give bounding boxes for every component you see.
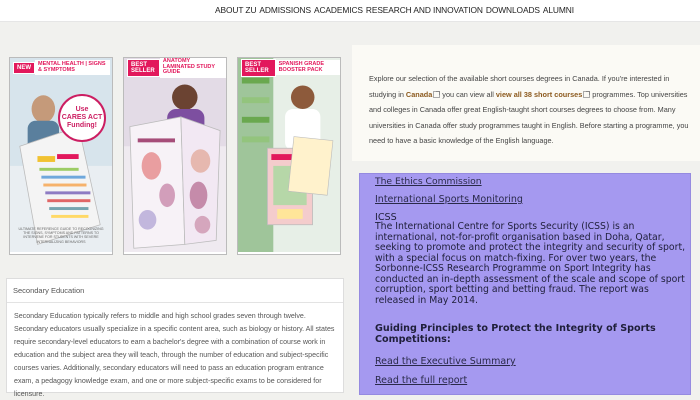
divider: [7, 302, 343, 303]
nav-item-academics[interactable]: Academics: [314, 5, 363, 15]
product-badge: New Mental Health | Signs & Symptoms: [13, 60, 110, 75]
product-badge: Best Seller Spanish Grade Booster Pack: [241, 58, 340, 77]
cares-act-callout: Use CARES ACT Funding!: [58, 94, 106, 142]
full-report-link[interactable]: Read the full report: [375, 375, 467, 386]
panel-body: Secondary Education typically refers to …: [14, 312, 335, 398]
short-courses-intro: Explore our selection of the available s…: [352, 45, 700, 161]
product-badge: Best Seller Anatomy Laminated Study Guid…: [127, 58, 226, 78]
nav-item-downloads[interactable]: Downloads: [486, 5, 540, 15]
product-card-anatomy[interactable]: Best Seller Anatomy Laminated Study Guid…: [123, 57, 227, 255]
top-navigation: About ZU Admissions Academics Research a…: [0, 0, 700, 22]
product-caption: Ultimate Reference Guide to Recognizing …: [18, 226, 104, 244]
guiding-principles-heading: Guiding Principles to Protect the Integr…: [375, 323, 656, 345]
product-image: [238, 58, 340, 253]
external-link-icon: [583, 90, 591, 98]
external-link-icon: [433, 90, 441, 98]
icss-description: The International Centre for Sports Secu…: [375, 221, 686, 306]
executive-summary-link[interactable]: Read the Executive Summary: [375, 356, 516, 367]
product-gallery: New Mental Health | Signs & Symptoms Use…: [0, 44, 350, 258]
ethics-commission-link[interactable]: The Ethics Commission: [375, 176, 482, 187]
product-image: [10, 58, 112, 253]
nav-item-about[interactable]: About ZU: [215, 5, 256, 15]
nav-item-alumni[interactable]: Alumni: [543, 5, 574, 15]
product-image: [124, 58, 226, 253]
panel-title: Secondary Education: [13, 286, 85, 295]
nav-item-research[interactable]: Research and Innovation: [366, 5, 483, 15]
intro-paragraph: Explore our selection of the available s…: [369, 74, 689, 145]
icss-panel: The Ethics Commission International Spor…: [359, 173, 691, 395]
view-all-courses-link[interactable]: view all 38 short courses: [496, 90, 582, 99]
product-card-mental-health[interactable]: New Mental Health | Signs & Symptoms Use…: [9, 57, 113, 255]
nav-item-admissions[interactable]: Admissions: [259, 5, 311, 15]
international-sports-monitoring-link[interactable]: International Sports Monitoring: [375, 194, 523, 205]
canada-link[interactable]: Canada: [406, 90, 432, 99]
product-card-spanish[interactable]: Best Seller Spanish Grade Booster Pack: [237, 57, 341, 255]
secondary-education-panel: Secondary Education Secondary Education …: [6, 278, 344, 398]
nav-menu: About ZU Admissions Academics Research a…: [215, 5, 574, 15]
